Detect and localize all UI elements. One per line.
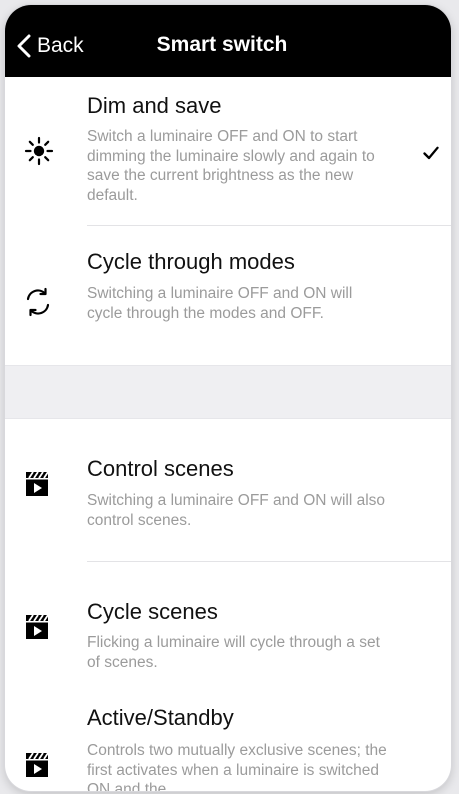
phone-screen: Back Smart switch Dim and save Switch a … — [5, 5, 451, 791]
item-description: Switching a luminaire OFF and ON will al… — [87, 492, 386, 529]
item-title: Dim and save — [87, 93, 222, 118]
item-description: Flicking a luminaire will cycle through … — [87, 634, 380, 671]
section-gap — [5, 365, 451, 419]
list-item-cycle-through-modes[interactable]: Cycle through modes Switching a luminair… — [5, 226, 451, 365]
list-item-active-standby[interactable]: Active/Standby Controls two mutually exc… — [5, 691, 451, 791]
page-title: Smart switch — [156, 33, 288, 56]
clapperboard-icon — [26, 752, 49, 777]
checkmark-icon — [423, 146, 439, 160]
item-title: Cycle through modes — [87, 249, 295, 274]
navigation-bar: Back Smart switch — [5, 5, 451, 77]
list-item-control-scenes[interactable]: Control scenes Switching a luminaire OFF… — [5, 419, 451, 561]
item-title: Cycle scenes — [87, 599, 218, 624]
item-description: Controls two mutually exclusive scenes; … — [87, 742, 387, 791]
list-item-cycle-scenes[interactable]: Cycle scenes Flicking a luminaire will c… — [5, 562, 451, 690]
item-description: Switching a luminaire OFF and ON will cy… — [87, 285, 353, 322]
clapperboard-icon — [26, 471, 49, 496]
item-title: Active/Standby — [87, 705, 234, 730]
list-item-dim-and-save[interactable]: Dim and save Switch a luminaire OFF and … — [5, 77, 451, 225]
cycle-arrows-icon — [26, 287, 50, 317]
item-description: Switch a luminaire OFF and ON to start d… — [87, 128, 375, 204]
item-title: Control scenes — [87, 456, 234, 481]
sun-icon — [24, 136, 54, 166]
clapperboard-icon — [26, 614, 49, 639]
